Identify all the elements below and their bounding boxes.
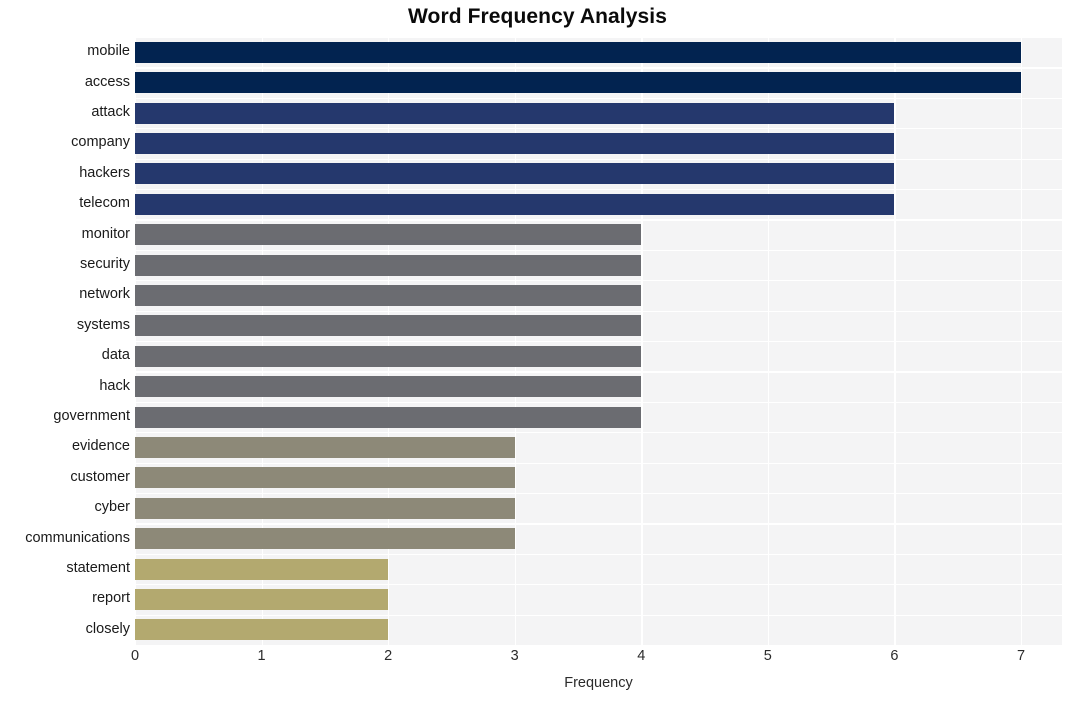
- plot-area: [135, 37, 1062, 645]
- x-axis-tick-label: 1: [257, 648, 266, 664]
- bar: [135, 284, 642, 306]
- y-axis-tick-label: hack: [99, 377, 130, 394]
- horizontal-gridline: [135, 97, 1062, 100]
- horizontal-gridline: [135, 189, 1062, 191]
- y-axis-tick-label: security: [80, 256, 130, 272]
- x-axis-tick-label: 5: [763, 648, 772, 664]
- x-axis-tick-label: 3: [510, 648, 519, 664]
- x-axis-label: Frequency: [564, 675, 633, 691]
- bar: [135, 588, 389, 610]
- chart-title: Word Frequency Analysis: [407, 5, 668, 28]
- horizontal-gridline: [135, 67, 1062, 69]
- horizontal-gridline: [135, 280, 1062, 282]
- bar: [135, 72, 1021, 94]
- x-axis-tick-label: 2: [384, 648, 393, 664]
- y-axis-tick-label: network: [79, 286, 130, 303]
- y-axis-tick-label: monitor: [81, 225, 130, 242]
- horizontal-gridline: [135, 401, 1062, 404]
- horizontal-gridline: [135, 614, 1062, 616]
- horizontal-gridline: [135, 158, 1062, 160]
- horizontal-gridline: [135, 523, 1062, 525]
- bar: [135, 102, 895, 124]
- y-axis-tick-label: customer: [70, 468, 130, 485]
- y-axis-tick-label: systems: [76, 316, 130, 333]
- y-axis-tick-label: evidence: [71, 438, 130, 455]
- bar: [135, 345, 642, 367]
- bar: [135, 619, 389, 641]
- bar: [135, 41, 1021, 63]
- bar: [135, 376, 642, 398]
- y-axis-tick-label: telecom: [79, 195, 130, 212]
- y-axis-tick-label: closely: [85, 620, 130, 637]
- bar: [135, 193, 895, 215]
- bar: [135, 254, 642, 276]
- horizontal-gridline: [135, 341, 1062, 343]
- y-axis-tick-label: attack: [91, 104, 130, 120]
- horizontal-gridline: [135, 553, 1062, 556]
- chart-figure: Word Frequency Analysis mobile access atta…: [0, 0, 1075, 701]
- horizontal-gridline: [135, 371, 1062, 373]
- horizontal-gridline: [135, 310, 1062, 312]
- y-axis-tick-label: communications: [25, 529, 130, 546]
- horizontal-gridline: [135, 493, 1062, 495]
- y-axis-tick-label: hackers: [79, 164, 130, 181]
- horizontal-gridline: [135, 432, 1062, 434]
- horizontal-gridline: [135, 584, 1062, 586]
- y-axis-tick-label: access: [84, 73, 130, 90]
- bar: [135, 497, 515, 519]
- horizontal-gridline: [135, 128, 1062, 130]
- x-axis-tick-label: 4: [637, 648, 646, 664]
- x-axis-tick-label: 6: [890, 648, 899, 664]
- bar: [135, 132, 895, 154]
- bar: [135, 406, 642, 428]
- bar: [135, 528, 515, 550]
- bar: [135, 467, 515, 489]
- y-axis-tick-label: cyber: [94, 499, 130, 516]
- horizontal-gridline: [135, 462, 1062, 464]
- bar: [135, 163, 895, 185]
- y-axis-tick-label: company: [71, 134, 130, 151]
- y-axis-tick-label: government: [53, 408, 130, 424]
- y-axis-tick-label: statement: [66, 560, 130, 576]
- y-axis-tick-label: data: [101, 347, 130, 364]
- horizontal-gridline: [135, 37, 1062, 39]
- bar: [135, 558, 389, 580]
- horizontal-gridline: [135, 249, 1062, 252]
- bar: [135, 436, 515, 458]
- bar: [135, 224, 642, 246]
- y-axis-tick-label: report: [92, 590, 130, 607]
- horizontal-gridline: [135, 219, 1062, 221]
- y-axis-tick-label: mobile: [87, 43, 130, 60]
- bar: [135, 315, 642, 337]
- x-axis-tick-label: 0: [130, 648, 140, 664]
- x-axis-tick-label: 7: [1016, 648, 1026, 664]
